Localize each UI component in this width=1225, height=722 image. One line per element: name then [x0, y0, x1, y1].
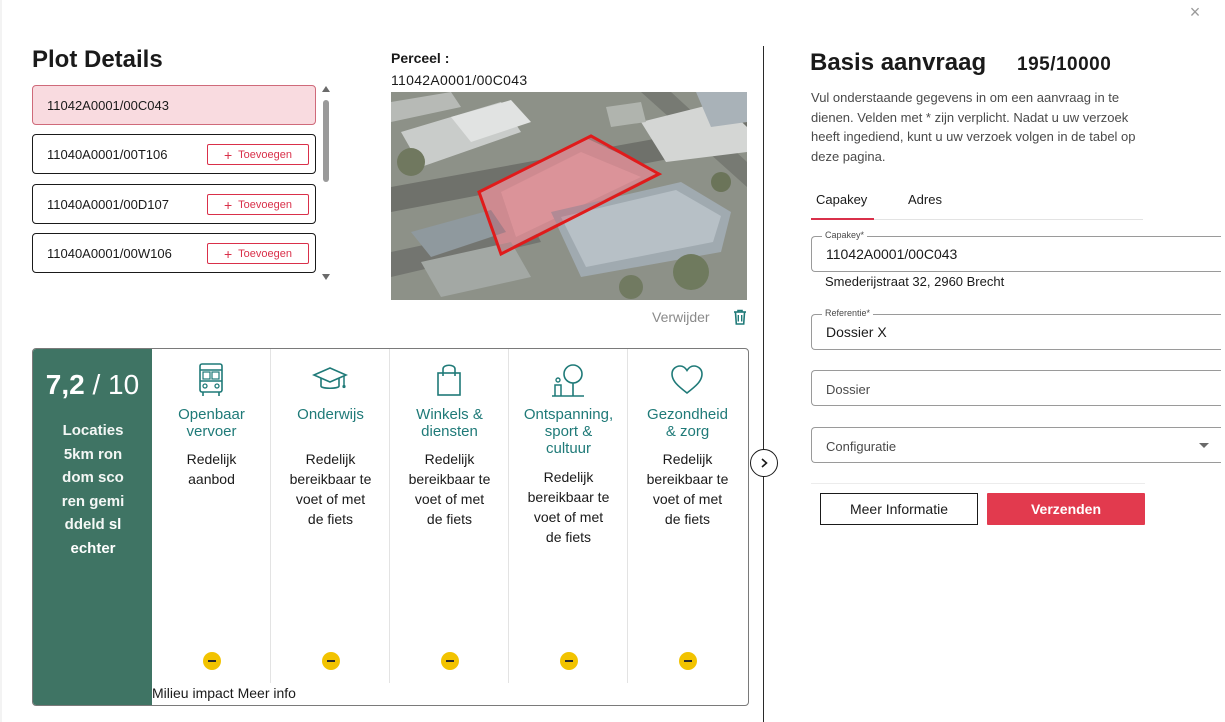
- category-openbaar-vervoer: Openbaar vervoer Redelijk aanbod: [152, 349, 271, 683]
- score-number: 7,2: [45, 369, 85, 400]
- neutral-indicator-icon: [203, 652, 221, 670]
- category-description: Redelijk bereikbaar te voet of met de fi…: [408, 451, 491, 527]
- dossier-placeholder: Dossier: [826, 382, 871, 397]
- chevron-down-icon[interactable]: [1199, 443, 1209, 448]
- form-title: Basis aanvraag: [810, 49, 987, 76]
- scroll-up-icon[interactable]: [322, 86, 330, 92]
- input-mode-tabs: Capakey Adres: [811, 186, 1143, 220]
- category-title: Ontspanning, sport & cultuur: [523, 406, 614, 457]
- resolved-address: Smederijstraat 32, 2960 Brecht: [825, 274, 1005, 289]
- plot-list: 11042A0001/00C043 11040A0001/00T106 + To…: [32, 85, 316, 275]
- plus-icon: +: [223, 245, 233, 262]
- add-plot-button[interactable]: + Toevoegen: [207, 243, 309, 264]
- perceel-id: 11042A0001/00C043: [391, 72, 528, 88]
- score-total: / 10: [92, 369, 140, 400]
- plot-item-id: 11040A0001/00T106: [47, 146, 168, 162]
- plot-item-id: 11042A0001/00C043: [47, 97, 169, 113]
- submit-button[interactable]: Verzenden: [987, 493, 1145, 525]
- park-icon: [549, 361, 587, 399]
- plot-item-id: 11040A0001/00W106: [47, 245, 172, 261]
- referentie-value: Dossier X: [826, 324, 887, 340]
- capakey-label: Capakey*: [822, 230, 868, 240]
- delete-plot-label[interactable]: Verwijder: [652, 309, 710, 325]
- plot-item-id: 11040A0001/00D107: [47, 196, 169, 212]
- form-intro: Vul onderstaande gegevens in om een aanv…: [811, 90, 1136, 164]
- plus-icon: +: [223, 196, 233, 213]
- graduation-cap-icon: [311, 361, 349, 399]
- neutral-indicator-icon: [322, 652, 340, 670]
- more-info-button[interactable]: Meer Informatie: [820, 493, 978, 525]
- category-title: Gezondheid & zorg: [647, 406, 728, 440]
- close-icon[interactable]: ×: [1186, 3, 1204, 21]
- plot-details-title: Plot Details: [32, 46, 163, 73]
- capakey-value: 11042A0001/00C043: [826, 246, 958, 262]
- configuratie-select[interactable]: Configuratie: [811, 427, 1221, 463]
- plus-icon: +: [223, 146, 233, 163]
- category-description: Redelijk bereikbaar te voet of met de fi…: [289, 451, 372, 527]
- category-onderwijs: Onderwijs Redelijk bereikbaar te voet of…: [271, 349, 390, 683]
- category-title: Winkels & diensten: [416, 406, 483, 440]
- configuratie-placeholder: Configuratie: [826, 439, 897, 454]
- location-score-panel: 7,2 / 10 Locaties 5km rondom scoren gemi…: [32, 348, 749, 706]
- tab-adres[interactable]: Adres: [908, 192, 942, 207]
- neutral-indicator-icon: [560, 652, 578, 670]
- plot-item-selected[interactable]: 11042A0001/00C043: [32, 85, 316, 125]
- scroll-thumb[interactable]: [323, 100, 329, 182]
- add-plot-label: Toevoegen: [238, 247, 292, 260]
- capakey-field[interactable]: Capakey* 11042A0001/00C043: [811, 230, 1221, 272]
- milieu-impact-link[interactable]: Milieu impact Meer info: [152, 685, 296, 701]
- referentie-field[interactable]: Referentie* Dossier X: [811, 308, 1221, 350]
- add-plot-label: Toevoegen: [238, 198, 292, 211]
- referentie-label: Referentie*: [822, 308, 874, 318]
- category-description: Redelijk bereikbaar te voet of met de fi…: [646, 451, 729, 527]
- category-title: Onderwijs: [297, 406, 364, 423]
- add-plot-button[interactable]: + Toevoegen: [207, 144, 309, 165]
- aerial-map-svg: [391, 92, 747, 300]
- dossier-field[interactable]: Dossier: [811, 370, 1221, 406]
- category-ontspanning: Ontspanning, sport & cultuur Redelijk be…: [509, 349, 628, 683]
- plot-request-dialog: × Plot Details 11042A0001/00C043 11040A0…: [0, 0, 1225, 722]
- button-divider: [811, 483, 1145, 484]
- chevron-right-icon[interactable]: [750, 449, 778, 477]
- category-description: Redelijk bereikbaar te voet of met de fi…: [527, 469, 610, 545]
- category-title: Openbaar vervoer: [178, 406, 245, 440]
- add-plot-label: Toevoegen: [238, 148, 292, 161]
- score-summary: 7,2 / 10 Locaties 5km rondom scoren gemi…: [33, 349, 152, 705]
- plot-item[interactable]: 11040A0001/00D107 + Toevoegen: [32, 184, 316, 224]
- left-edge: [0, 0, 2, 722]
- plot-list-scrollbar[interactable]: [321, 86, 331, 280]
- shopping-bag-icon: [430, 361, 468, 399]
- bus-icon: [192, 361, 230, 399]
- request-counter: 195/10000: [1017, 54, 1112, 75]
- tab-capakey[interactable]: Capakey: [816, 192, 867, 207]
- trash-icon[interactable]: [731, 308, 749, 326]
- category-winkels-diensten: Winkels & diensten Redelijk bereikbaar t…: [390, 349, 509, 683]
- scroll-down-icon[interactable]: [322, 274, 330, 280]
- neutral-indicator-icon: [441, 652, 459, 670]
- tab-active-underline: [811, 218, 874, 220]
- score-description: Locaties 5km rondom scoren gemiddeld sle…: [61, 419, 125, 561]
- category-description: Redelijk aanbod: [186, 451, 237, 487]
- score-value: 7,2 / 10: [33, 369, 152, 401]
- add-plot-button[interactable]: + Toevoegen: [207, 194, 309, 215]
- plot-item[interactable]: 11040A0001/00W106 + Toevoegen: [32, 233, 316, 273]
- aerial-map-image: [391, 92, 747, 300]
- category-gezondheid-zorg: Gezondheid & zorg Redelijk bereikbaar te…: [628, 349, 747, 683]
- perceel-label: Perceel :: [391, 50, 450, 66]
- plot-item[interactable]: 11040A0001/00T106 + Toevoegen: [32, 134, 316, 174]
- panel-divider: [763, 46, 764, 722]
- heart-icon: [668, 361, 706, 399]
- neutral-indicator-icon: [679, 652, 697, 670]
